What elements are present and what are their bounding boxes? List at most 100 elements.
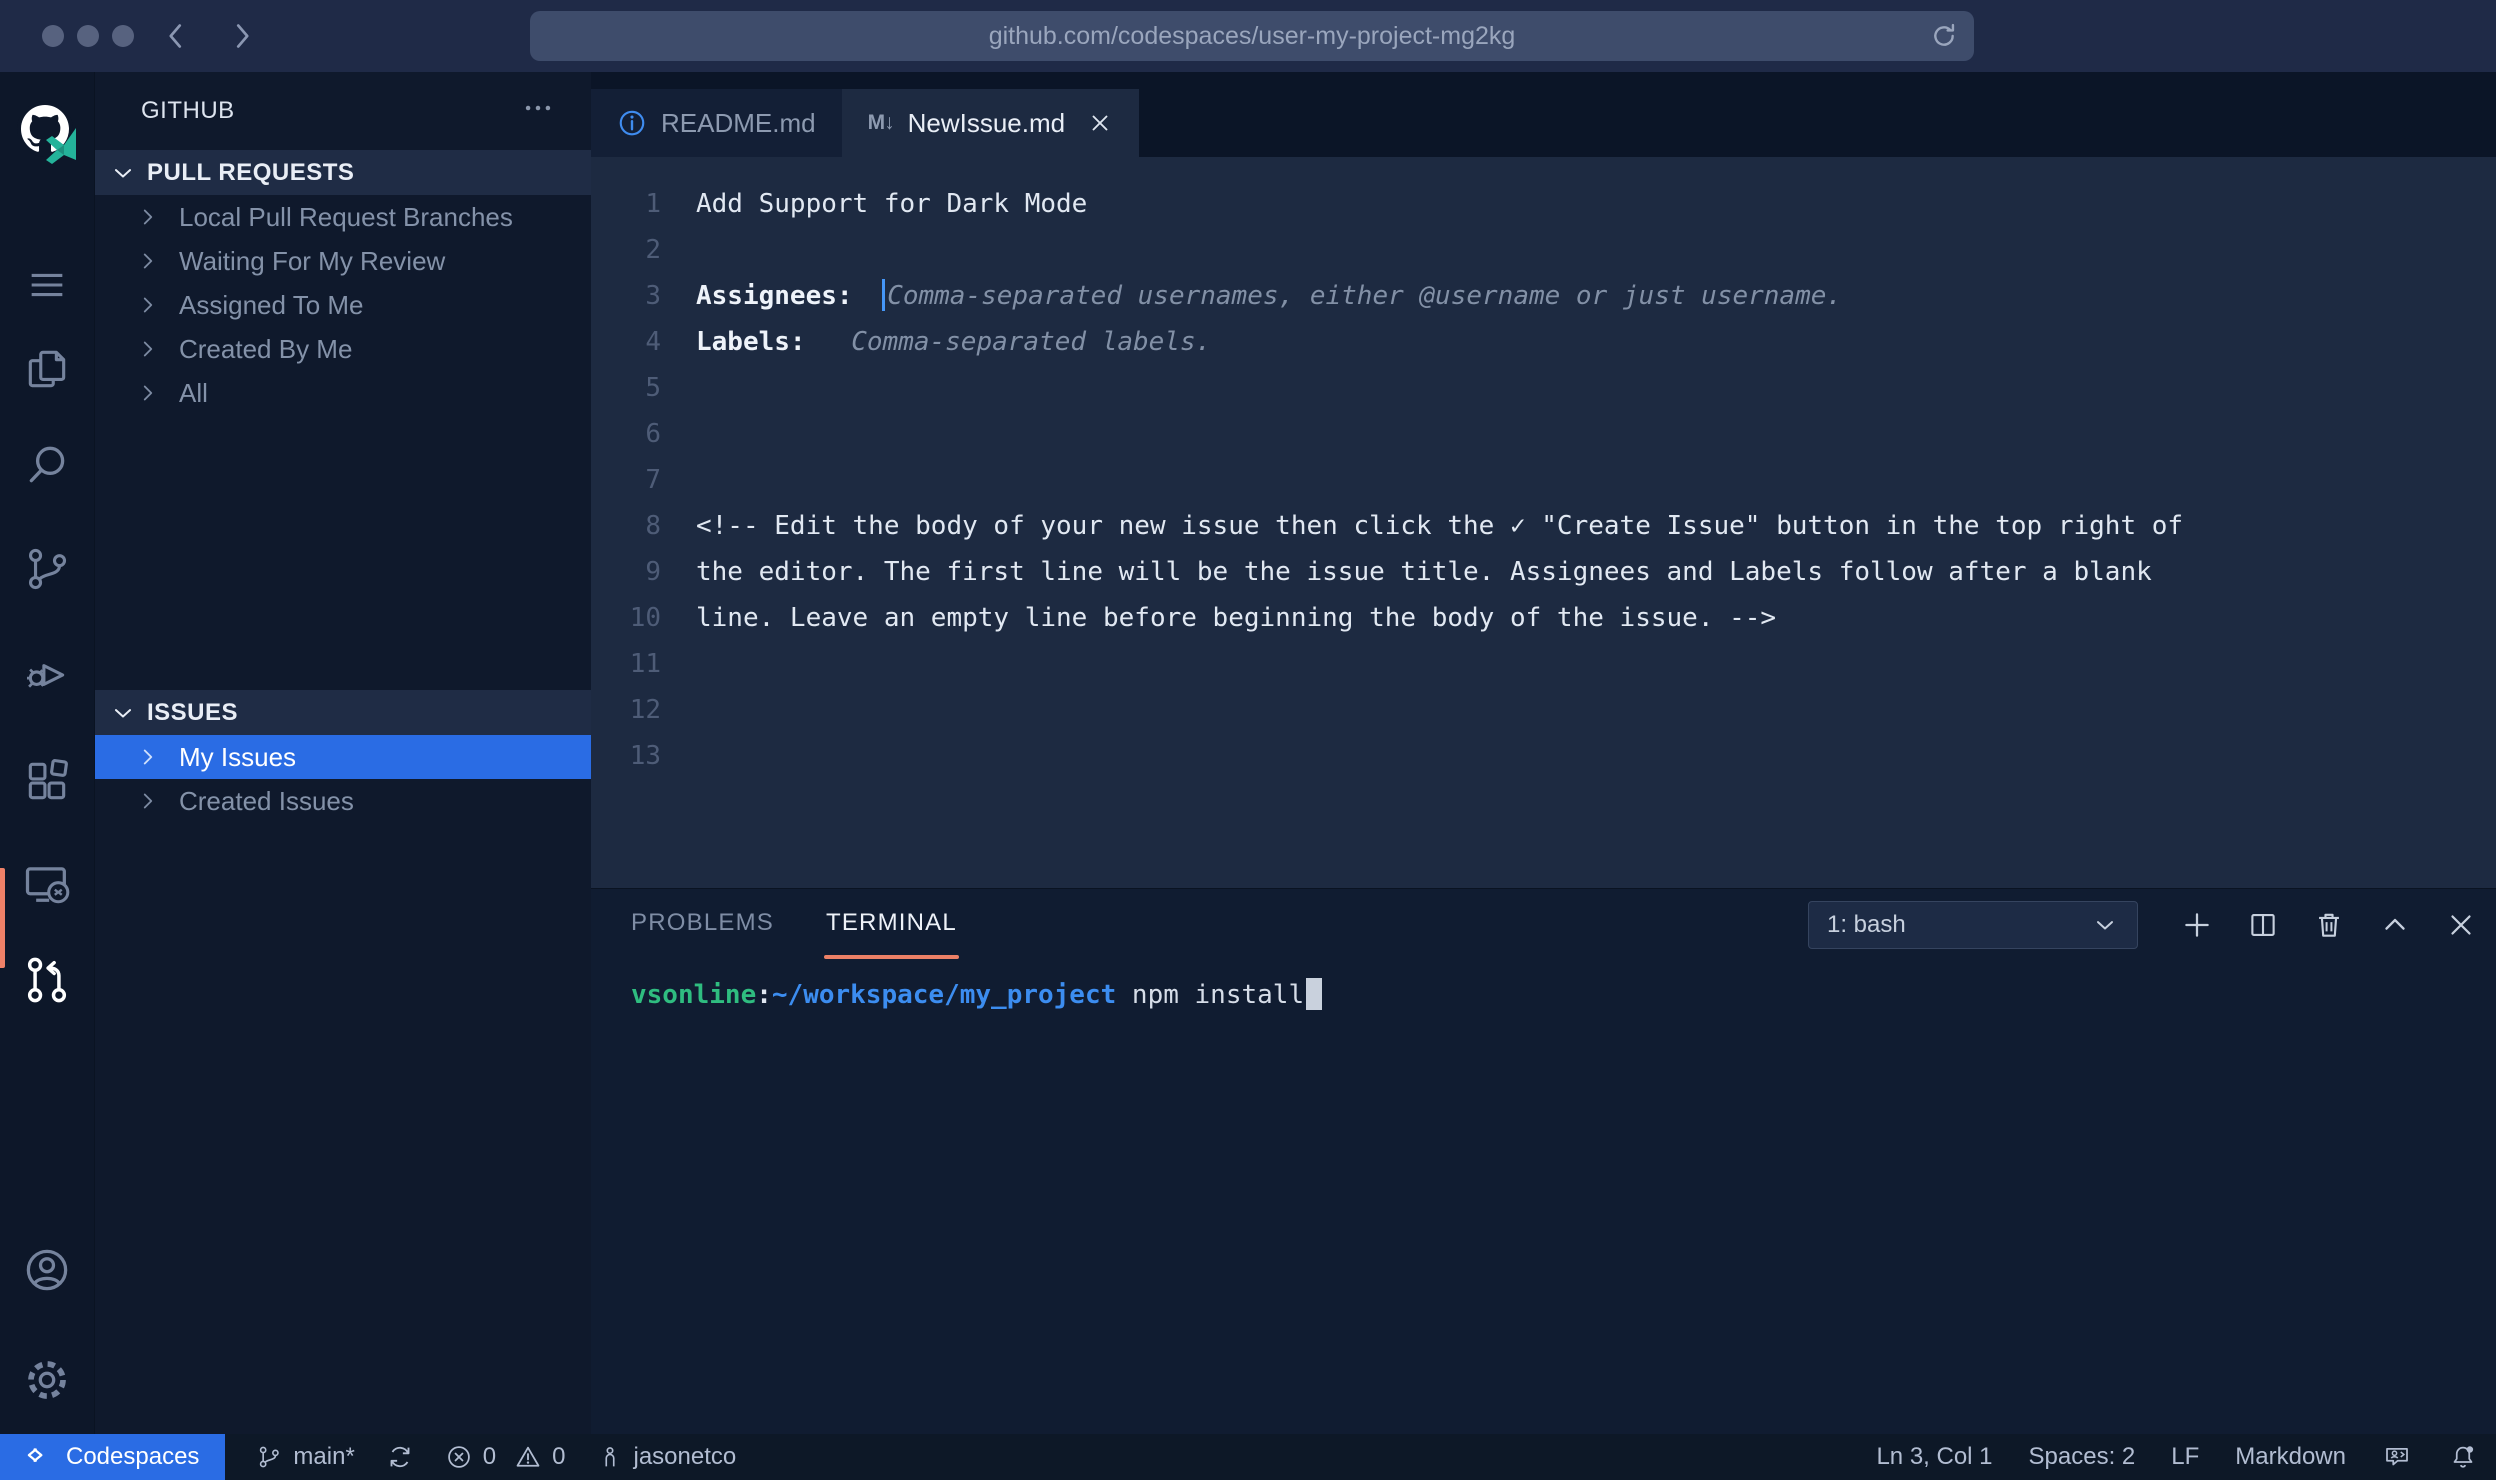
editor-line: 1Add Support for Dark Mode: [591, 181, 2496, 227]
chevron-right-icon: [135, 204, 161, 230]
terminal-command: npm install: [1116, 980, 1304, 1010]
split-terminal-button[interactable]: [2246, 908, 2280, 942]
activity-bar: [0, 72, 95, 1434]
text-editor[interactable]: 1Add Support for Dark Mode 2 3Assignees:…: [591, 157, 2496, 888]
section-header-issues[interactable]: ISSUES: [95, 690, 591, 735]
editor-line: 9the editor. The first line will be the …: [591, 549, 2496, 595]
language-mode-status[interactable]: Markdown: [2235, 1443, 2346, 1471]
tab-label: NewIssue.md: [908, 108, 1066, 139]
bell-icon: [2448, 1442, 2478, 1472]
editor-tab-bar: README.md M↓ NewIssue.md: [591, 72, 2496, 157]
editor-line: 10line. Leave an empty line before begin…: [591, 595, 2496, 641]
tree-item-my-issues[interactable]: My Issues: [95, 735, 591, 779]
editor-line: 12: [591, 687, 2496, 733]
labels-placeholder: Comma-separated labels.: [851, 327, 1211, 357]
tree-item-created-issues[interactable]: Created Issues: [95, 779, 591, 823]
section-header-pull-requests[interactable]: PULL REQUESTS: [95, 150, 591, 195]
sync-status[interactable]: [385, 1442, 415, 1472]
panel-tab-terminal[interactable]: TERMINAL: [826, 909, 957, 941]
chevron-right-icon: [135, 380, 161, 406]
address-bar[interactable]: github.com/codespaces/user-my-project-mg…: [530, 11, 1974, 61]
feedback-icon: [2382, 1442, 2412, 1472]
tree-item-created-by-me[interactable]: Created By Me: [95, 327, 591, 371]
chevron-left-icon: [158, 18, 194, 54]
sidebar-item-search[interactable]: [0, 440, 94, 490]
editor-line: 8<!-- Edit the body of your new issue th…: [591, 503, 2496, 549]
cursor-position-status[interactable]: Ln 3, Col 1: [1876, 1443, 1992, 1471]
editor-line: 6: [591, 411, 2496, 457]
browser-window: github.com/codespaces/user-my-project-mg…: [0, 0, 2496, 1480]
debug-icon: [22, 650, 72, 700]
account-icon: [21, 1244, 73, 1296]
editor-line: 13: [591, 733, 2496, 779]
remote-indicator[interactable]: Codespaces: [0, 1434, 225, 1480]
window-zoom-button[interactable]: [112, 25, 134, 47]
sidebar-item-extensions[interactable]: [0, 756, 94, 806]
tab-close-button[interactable]: [1087, 110, 1113, 136]
eol-status[interactable]: LF: [2171, 1443, 2199, 1471]
editor-group: README.md M↓ NewIssue.md 1Add Support fo…: [591, 72, 2496, 1434]
settings-button[interactable]: [0, 1354, 94, 1406]
panel-tab-problems[interactable]: PROBLEMS: [631, 909, 774, 941]
remote-explorer-icon: [21, 858, 73, 910]
menu-button[interactable]: [0, 262, 94, 308]
assignees-label: Assignees:: [696, 281, 868, 311]
indentation-status[interactable]: Spaces: 2: [2029, 1443, 2136, 1471]
sidebar-github-panel: GITHUB PULL REQUESTS Local Pull Request …: [95, 72, 591, 1434]
error-icon: [445, 1443, 473, 1471]
trash-icon: [2312, 908, 2346, 942]
pull-request-icon: [21, 954, 73, 1006]
close-icon: [1087, 110, 1113, 136]
tab-readme-md[interactable]: README.md: [591, 89, 842, 157]
sidebar-item-run-debug[interactable]: [0, 650, 94, 700]
sidebar-more-actions-button[interactable]: [521, 91, 555, 132]
explorer-icon: [22, 344, 72, 394]
window-controls: [42, 25, 134, 47]
comment-text: line. Leave an empty line before beginni…: [696, 595, 1776, 641]
sidebar-item-github-pull-requests[interactable]: [0, 954, 94, 1006]
issue-title-text: Add Support for Dark Mode: [696, 181, 1087, 227]
comment-text: <!-- Edit the body of your new issue the…: [696, 503, 2183, 549]
kill-terminal-button[interactable]: [2312, 908, 2346, 942]
warning-count: 0: [552, 1443, 565, 1471]
refresh-button[interactable]: [1928, 20, 1960, 52]
tab-label: README.md: [661, 108, 816, 139]
person-icon: [596, 1443, 624, 1471]
new-terminal-button[interactable]: [2180, 908, 2214, 942]
sidebar-item-source-control[interactable]: [0, 544, 94, 594]
error-count: 0: [483, 1443, 496, 1471]
chevron-down-icon: [109, 159, 137, 187]
close-panel-button[interactable]: [2444, 908, 2478, 942]
chevron-right-icon: [135, 292, 161, 318]
browser-back-button[interactable]: [158, 18, 194, 54]
chevron-right-icon: [135, 744, 161, 770]
editor-cursor: [882, 279, 885, 311]
maximize-panel-button[interactable]: [2378, 908, 2412, 942]
terminal-shell-select[interactable]: 1: bash: [1808, 901, 2138, 949]
tree-item-all[interactable]: All: [95, 371, 591, 415]
problems-status[interactable]: 0 0: [445, 1443, 566, 1471]
window-close-button[interactable]: [42, 25, 64, 47]
issues-tree: My Issues Created Issues: [95, 735, 591, 823]
window-minimize-button[interactable]: [77, 25, 99, 47]
sidebar-item-explorer[interactable]: [0, 344, 94, 394]
tree-item-local-pull-request-branches[interactable]: Local Pull Request Branches: [95, 195, 591, 239]
github-user-status[interactable]: jasonetco: [596, 1443, 737, 1471]
notifications-button[interactable]: [2448, 1442, 2478, 1472]
browser-forward-button[interactable]: [224, 18, 260, 54]
feedback-button[interactable]: [2382, 1442, 2412, 1472]
sidebar-item-remote-explorer[interactable]: [0, 858, 94, 910]
close-icon: [2444, 908, 2478, 942]
tree-item-assigned-to-me[interactable]: Assigned To Me: [95, 283, 591, 327]
account-button[interactable]: [0, 1244, 94, 1296]
refresh-icon: [1928, 20, 1960, 52]
pull-requests-tree: Local Pull Request Branches Waiting For …: [95, 195, 591, 415]
branch-status[interactable]: main*: [255, 1443, 354, 1471]
git-branch-icon: [255, 1443, 283, 1471]
sidebar-title: GITHUB: [141, 97, 235, 125]
terminal-output[interactable]: vsonline:~/workspace/my_project npm inst…: [631, 975, 2476, 1015]
tab-newissue-md[interactable]: M↓ NewIssue.md: [842, 89, 1140, 157]
tree-item-waiting-for-my-review[interactable]: Waiting For My Review: [95, 239, 591, 283]
chevron-down-icon: [109, 699, 137, 727]
terminal-cursor: [1306, 978, 1322, 1010]
